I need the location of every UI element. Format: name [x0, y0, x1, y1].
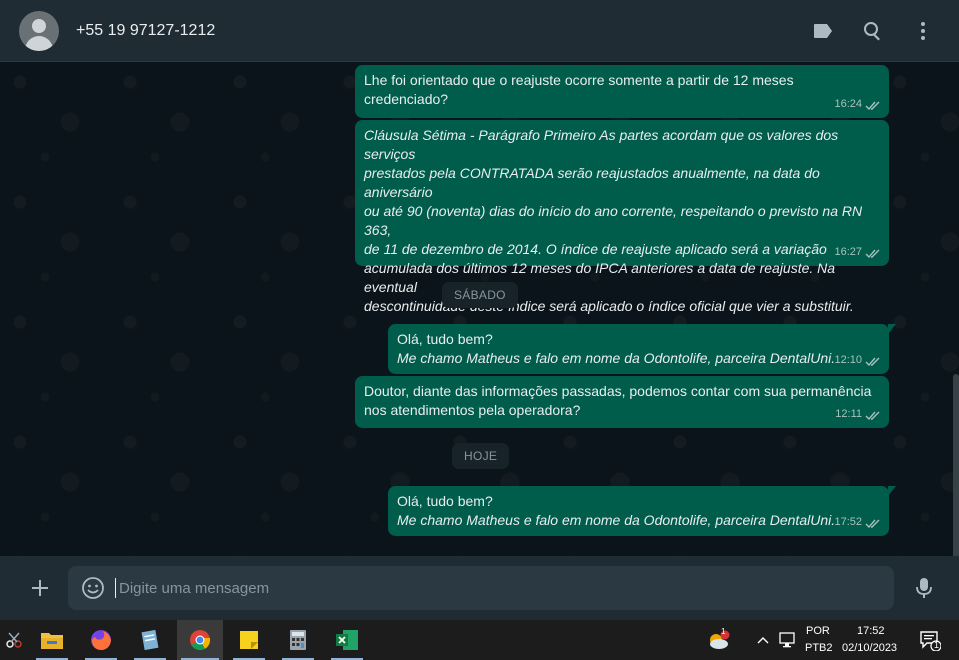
message-text-line: Olá, tudo bem? [397, 331, 493, 347]
message-meta: 12:10 [834, 351, 881, 370]
bubble-tail [888, 324, 896, 334]
input-language[interactable]: POR [806, 625, 830, 637]
message-meta: 16:27 [834, 243, 881, 262]
double-check-icon [865, 517, 881, 529]
message-time: 16:27 [834, 246, 862, 258]
firefox-icon[interactable] [81, 620, 121, 660]
notepad-icon[interactable] [130, 620, 170, 660]
clock-time[interactable]: 17:52 [857, 625, 885, 637]
excel-icon[interactable] [327, 620, 367, 660]
chrome-icon[interactable] [177, 620, 223, 660]
message-meta: 17:52 [834, 513, 881, 532]
chevron-up-icon[interactable] [752, 620, 774, 660]
message-input[interactable]: Digite uma mensagem [68, 566, 894, 610]
sticky-notes-icon[interactable] [229, 620, 269, 660]
message-bubble[interactable]: Cláusula Sétima - Parágrafo Primeiro As … [355, 120, 889, 314]
network-icon[interactable] [776, 620, 800, 660]
contact-avatar[interactable] [19, 11, 59, 51]
label-icon[interactable] [811, 19, 835, 43]
menu-icon[interactable] [911, 19, 935, 43]
contact-name[interactable]: +55 19 97127-1212 [76, 22, 215, 40]
keyboard-layout[interactable]: PTB2 [805, 642, 833, 654]
message-meta: 12:11 [835, 405, 881, 424]
text-caret [115, 578, 116, 598]
message-time: 12:11 [835, 408, 862, 420]
message-time: 12:10 [834, 354, 862, 366]
attach-plus-icon[interactable] [28, 576, 52, 600]
message-text: Lhe foi orientado que o reajuste ocorre … [364, 72, 794, 107]
message-time: 16:24 [834, 98, 862, 110]
day-separator: SÁBADO [442, 282, 518, 308]
message-text-line: Olá, tudo bem? [397, 493, 493, 509]
chat-header: +55 19 97127-1212 [0, 0, 959, 62]
clock-date[interactable]: 02/10/2023 [842, 642, 897, 654]
message-text-line: Me chamo Matheus e falo em nome da Odont… [397, 350, 836, 366]
message-input-placeholder: Digite uma mensagem [119, 580, 270, 597]
double-check-icon [865, 409, 881, 421]
calculator-icon[interactable] [278, 620, 318, 660]
weather-badge-count: 1 [721, 627, 726, 636]
message-bubble[interactable]: Lhe foi orientado que o reajuste ocorre … [355, 65, 889, 118]
message-bubble[interactable]: Olá, tudo bem? Me chamo Matheus e falo e… [388, 324, 896, 374]
notification-center-icon[interactable]: 1 [912, 620, 948, 660]
message-text: Doutor, diante das informações passadas,… [364, 383, 872, 418]
message-bubble[interactable]: Doutor, diante das informações passadas,… [355, 376, 889, 428]
notification-count: 1 [934, 640, 940, 650]
weather-icon[interactable]: 1 [700, 620, 736, 660]
snipping-tool-icon[interactable] [0, 620, 34, 660]
double-check-icon [865, 355, 881, 367]
compose-bar: Digite uma mensagem [0, 556, 959, 620]
message-bubble[interactable]: Olá, tudo bem? Me chamo Matheus e falo e… [388, 486, 896, 536]
microphone-icon[interactable] [912, 576, 936, 600]
file-explorer-icon[interactable] [32, 620, 72, 660]
bubble-tail [888, 486, 896, 496]
chat-scrollbar[interactable] [953, 374, 959, 556]
windows-taskbar: 1 POR PTB2 17:52 02/10/2023 1 [0, 620, 959, 660]
search-icon[interactable] [861, 19, 885, 43]
message-meta: 16:24 [834, 95, 881, 114]
message-text-line: Me chamo Matheus e falo em nome da Odont… [397, 512, 836, 528]
whatsapp-window: +55 19 97127-1212 Lhe foi orientado que … [0, 0, 959, 660]
message-time: 17:52 [834, 516, 862, 528]
double-check-icon [865, 247, 881, 259]
double-check-icon [865, 99, 881, 111]
chat-messages-area[interactable]: Lhe foi orientado que o reajuste ocorre … [0, 62, 959, 556]
emoji-icon[interactable] [81, 576, 105, 600]
day-separator: HOJE [452, 443, 510, 469]
